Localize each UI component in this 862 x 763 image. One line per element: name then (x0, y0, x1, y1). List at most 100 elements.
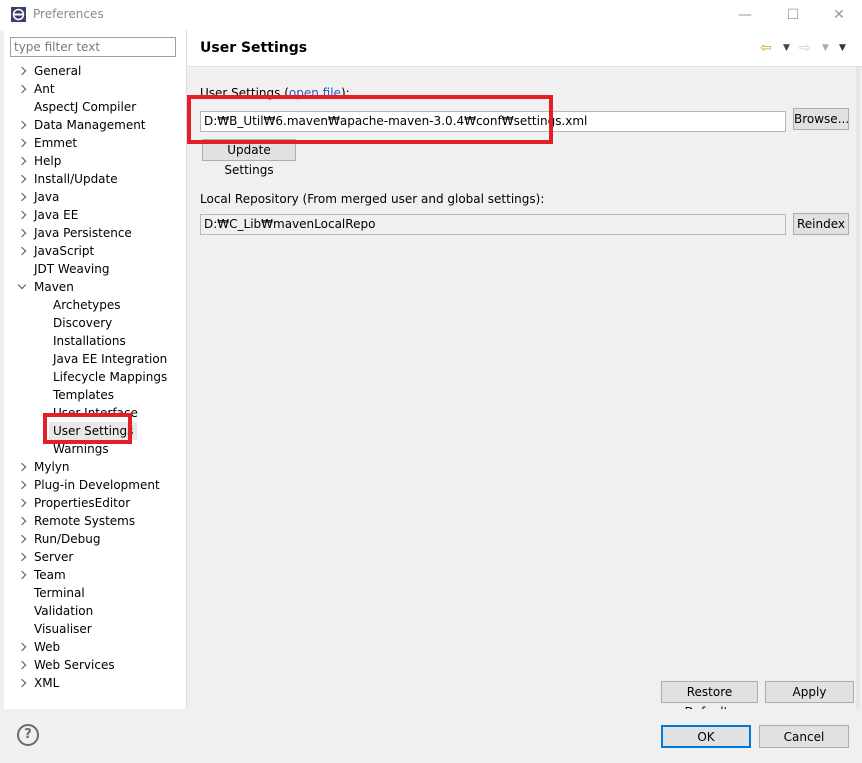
tree-item[interactable]: Remote Systems (4, 512, 186, 530)
tree-item-label: Server (34, 550, 74, 564)
browse-button[interactable]: Browse... (793, 108, 849, 130)
local-repository-field[interactable]: D:₩C_Lib₩mavenLocalRepo (200, 214, 786, 235)
chevron-right-icon[interactable] (16, 152, 28, 170)
tree-item-label: Web (34, 640, 61, 654)
tree-item-label: PropertiesEditor (34, 496, 131, 510)
highlight-box-settings-field (187, 95, 553, 144)
tree-item[interactable]: Help (4, 152, 186, 170)
tree-item-label: XML (34, 676, 60, 690)
tree-item[interactable]: Discovery (4, 314, 186, 332)
view-menu-icon[interactable]: ▼ (839, 40, 846, 56)
cancel-button[interactable]: Cancel (759, 725, 849, 748)
tree-item[interactable]: Terminal (4, 584, 186, 602)
tree-item-label: Java EE Integration (53, 352, 168, 366)
chevron-right-icon[interactable] (16, 116, 28, 134)
tree-item[interactable]: Java EE (4, 206, 186, 224)
tree-item-label: Discovery (53, 316, 113, 330)
tree-item-label: Remote Systems (34, 514, 136, 528)
tree-item[interactable]: Maven (4, 278, 186, 296)
tree-item[interactable]: Ant (4, 80, 186, 98)
close-button[interactable]: ✕ (816, 0, 862, 30)
chevron-right-icon[interactable] (16, 458, 28, 476)
tree-item[interactable]: Data Management (4, 116, 186, 134)
reindex-button[interactable]: Reindex (793, 213, 849, 235)
tree-item[interactable]: Mylyn (4, 458, 186, 476)
page-scroll-edge (856, 67, 860, 709)
tree-item[interactable]: Run/Debug (4, 530, 186, 548)
preference-tree: General Ant AspectJ Compiler Data Managemen… (4, 62, 186, 692)
tree-item[interactable]: Web Services (4, 656, 186, 674)
tree-item-label: Plug-in Development (34, 478, 160, 492)
tree-item-label: Visualiser (34, 622, 92, 636)
tree-item-label: Emmet (34, 136, 78, 150)
chevron-right-icon[interactable] (16, 188, 28, 206)
tree-item[interactable]: Server (4, 548, 186, 566)
back-dropdown-icon[interactable]: ▼ (783, 40, 790, 56)
preferences-dialog: Preferences — ☐ ✕ General Ant AspectJ Comp… (0, 0, 862, 763)
tree-item-label: Templates (53, 388, 115, 402)
tree-item-label: General (34, 64, 82, 78)
tree-item-label: Installations (53, 334, 126, 348)
forward-arrow-icon[interactable]: ⇨ (799, 40, 811, 56)
chevron-right-icon[interactable] (16, 224, 28, 242)
tree-item[interactable]: Plug-in Development (4, 476, 186, 494)
title-bar: Preferences — ☐ ✕ (0, 0, 862, 30)
minimize-button[interactable]: — (722, 0, 768, 30)
tree-item-label: Ant (34, 82, 55, 96)
restore-defaults-button[interactable]: Restore Defaults (661, 681, 758, 719)
chevron-right-icon[interactable] (16, 548, 28, 566)
tree-item-label: JDT Weaving (34, 262, 110, 276)
apply-button[interactable]: Apply (765, 681, 854, 703)
tree-item-label: Java Persistence (34, 226, 132, 240)
tree-item[interactable]: XML (4, 674, 186, 692)
chevron-right-icon[interactable] (16, 62, 28, 80)
chevron-right-icon[interactable] (16, 134, 28, 152)
chevron-right-icon[interactable] (16, 476, 28, 494)
chevron-right-icon[interactable] (16, 512, 28, 530)
chevron-right-icon[interactable] (16, 494, 28, 512)
forward-dropdown-icon[interactable]: ▼ (822, 40, 829, 56)
back-arrow-icon[interactable]: ⇦ (760, 40, 772, 56)
tree-item[interactable]: PropertiesEditor (4, 494, 186, 512)
maximize-button[interactable]: ☐ (770, 0, 816, 30)
page-title: User Settings (200, 40, 308, 56)
tree-item[interactable]: JavaScript (4, 242, 186, 260)
dialog-button-bar: ? OK Cancel (0, 709, 862, 763)
tree-item[interactable]: Validation (4, 602, 186, 620)
tree-item[interactable]: Install/Update (4, 170, 186, 188)
tree-item[interactable]: Templates (4, 386, 186, 404)
highlight-box-tree (43, 413, 132, 444)
tree-item[interactable]: Java Persistence (4, 224, 186, 242)
tree-item[interactable]: Archetypes (4, 296, 186, 314)
tree-item-label: Lifecycle Mappings (53, 370, 168, 384)
tree-item[interactable]: Team (4, 566, 186, 584)
tree-item-label: Data Management (34, 118, 146, 132)
tree-item[interactable]: AspectJ Compiler (4, 98, 186, 116)
filter-input[interactable] (10, 37, 176, 57)
chevron-right-icon[interactable] (16, 206, 28, 224)
tree-item-label: Maven (34, 280, 74, 294)
tree-item[interactable]: Lifecycle Mappings (4, 368, 186, 386)
help-icon[interactable]: ? (17, 724, 39, 746)
chevron-down-icon[interactable] (16, 278, 28, 296)
chevron-right-icon[interactable] (16, 242, 28, 260)
tree-item[interactable]: Java EE Integration (4, 350, 186, 368)
tree-item[interactable]: Installations (4, 332, 186, 350)
chevron-right-icon[interactable] (16, 656, 28, 674)
tree-item[interactable]: General (4, 62, 186, 80)
chevron-right-icon[interactable] (16, 566, 28, 584)
tree-item[interactable]: Java (4, 188, 186, 206)
chevron-right-icon[interactable] (16, 530, 28, 548)
chevron-right-icon[interactable] (16, 170, 28, 188)
tree-item-label: Validation (34, 604, 94, 618)
chevron-right-icon[interactable] (16, 674, 28, 692)
tree-item[interactable]: Visualiser (4, 620, 186, 638)
tree-item[interactable]: Web (4, 638, 186, 656)
tree-item-label: AspectJ Compiler (34, 100, 137, 114)
tree-item[interactable]: Emmet (4, 134, 186, 152)
ok-button[interactable]: OK (661, 725, 751, 748)
tree-item-label: JavaScript (34, 244, 95, 258)
chevron-right-icon[interactable] (16, 80, 28, 98)
tree-item[interactable]: JDT Weaving (4, 260, 186, 278)
chevron-right-icon[interactable] (16, 638, 28, 656)
